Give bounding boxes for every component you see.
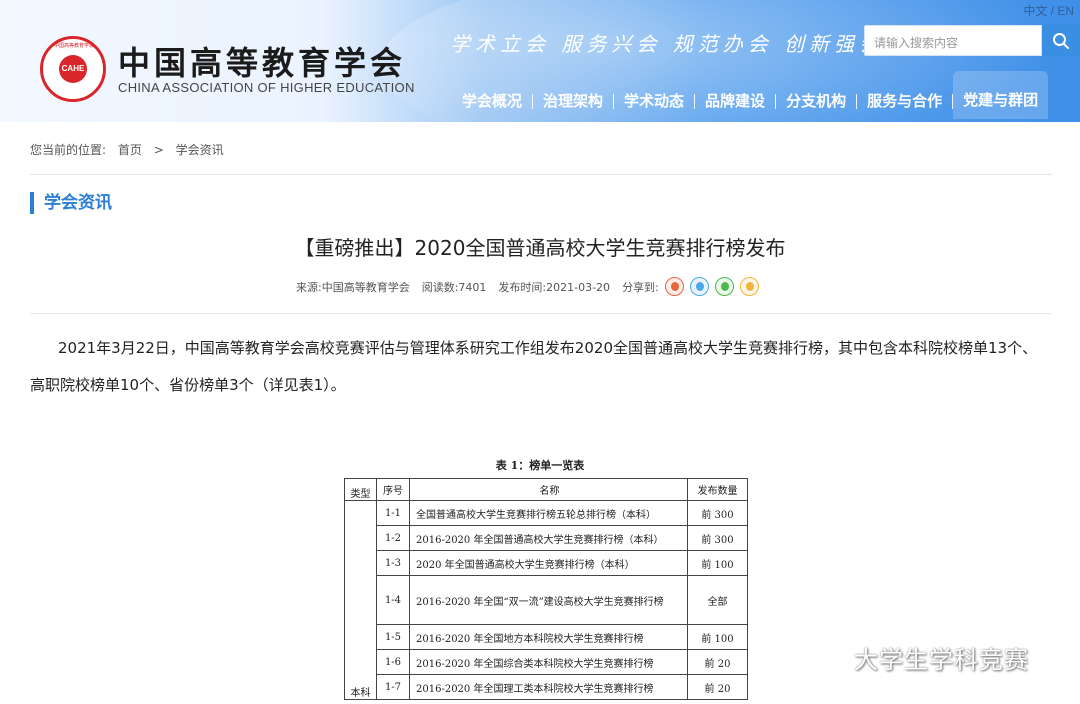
table-row: 1-4 2016-2020 年全国“双一流”建设高校大学生竞赛排行榜 全部 [345,575,748,625]
section-title: 学会资讯 [30,192,112,214]
table-cell-seq: 1-6 [376,649,410,675]
breadcrumb-home[interactable]: 首页 [118,143,142,157]
table-row: 1-3 2020 年全国普通高校大学生竞赛排行榜（本科） 前 100 [345,550,748,576]
breadcrumb-divider [30,174,1052,175]
weibo-icon[interactable] [664,277,684,296]
table-cell-name: 2016-2020 年全国综合类本科院校大学生竞赛排行榜 [409,649,688,675]
slogan: 学术立会 服务兴会 规范办会 创新强会 [450,32,885,56]
table-header-type: 类型 [344,478,377,501]
table-header-name: 名称 [409,478,688,501]
table-header-count: 发布数量 [687,478,748,501]
cahe-logo-icon[interactable]: 中国高等教育学会 CAHE [40,36,106,102]
table-cell-count: 前 100 [687,624,748,650]
table-cell-seq: 1-3 [376,550,410,576]
ranking-table: 类型 序号 名称 发布数量 本科 1-1 全国普通高校大学生竞赛排行榜五轮总排行… [344,478,748,700]
table-row: 本科 1-1 全国普通高校大学生竞赛排行榜五轮总排行榜（本科） 前 300 [344,500,748,700]
table-cell-name: 2016-2020 年全国地方本科院校大学生竞赛排行榜 [409,624,688,650]
table-type-cell: 本科 [344,500,377,700]
watermark-text: 大学生学科竞赛 [854,646,1029,674]
wechat-watermark-icon [808,643,846,673]
site-header: 中国高等教育学会 CAHE 中国高等教育学会 CHINA ASSOCIATION… [0,0,1080,122]
breadcrumb-separator: > [153,143,164,157]
qzone-icon[interactable] [739,277,759,296]
table-cell-count: 前 100 [687,550,748,576]
table-header-seq: 序号 [376,478,410,501]
table-cell-name: 2020 年全国普通高校大学生竞赛排行榜（本科） [409,550,688,576]
table-cell-name: 2016-2020 年全国普通高校大学生竞赛排行榜（本科） [409,525,688,551]
article-title: 【重磅推出】2020全国普通高校大学生竞赛排行榜发布 [294,236,786,260]
language-switch[interactable]: 中文 / EN [1023,2,1074,19]
wechat-icon[interactable] [714,277,734,296]
table-cell-name: 2016-2020 年全国理工类本科院校大学生竞赛排行榜 [409,674,688,700]
meta-divider [30,313,1052,314]
table-row: 1-5 2016-2020 年全国地方本科院校大学生竞赛排行榜 前 100 [345,624,748,650]
article-views: 阅读数:7401 [421,280,487,294]
watermark: 大学生学科竞赛 [808,640,1029,675]
nav-item-academic[interactable]: 学术动态 [614,84,694,118]
article-paragraph: 2021年3月22日，中国高等教育学会高校竞赛评估与管理体系研究工作组发布202… [30,339,1038,394]
breadcrumb-prefix: 您当前的位置: [30,143,107,157]
breadcrumb-current[interactable]: 学会资讯 [176,143,224,157]
search-input[interactable]: 请输入搜索内容 [864,25,1042,56]
table-cell-count: 前 20 [687,649,748,675]
nav-item-brand[interactable]: 品牌建设 [695,84,775,118]
nav-item-about[interactable]: 学会概况 [452,84,532,118]
table-cell-count: 前 20 [687,674,748,700]
table-cell-count: 前 300 [687,500,748,526]
search-icon [1053,33,1069,49]
table-cell-name: 全国普通高校大学生竞赛排行榜五轮总排行榜（本科） [409,500,688,526]
table-header-row: 类型 序号 名称 发布数量 [344,478,748,501]
breadcrumb: 您当前的位置: 首页 > 学会资讯 [30,141,232,158]
logo-ring-text: 中国高等教育学会 [53,43,94,49]
table-row: 1-6 2016-2020 年全国综合类本科院校大学生竞赛排行榜 前 20 [345,649,748,675]
nav-item-governance[interactable]: 治理架构 [533,84,613,118]
table-cell-count: 全部 [687,575,748,625]
table-cell-seq: 1-4 [376,575,410,625]
table-row: 1-2 2016-2020 年全国普通高校大学生竞赛排行榜（本科） 前 300 [345,525,748,551]
nav-item-party[interactable]: 党建与群团 [953,71,1049,119]
table-cell-count: 前 300 [687,525,748,551]
table-cell-seq: 1-1 [376,500,410,526]
article-meta: 来源:中国高等教育学会 阅读数:7401 发布时间:2021-03-20 分享到… [296,277,759,296]
table-cell-seq: 1-5 [376,624,410,650]
main-nav: 学会概况 治理架构 学术动态 品牌建设 分支机构 服务与合作 党建与群团 [452,71,1049,119]
table-row: 1-7 2016-2020 年全国理工类本科院校大学生竞赛排行榜 前 20 [345,674,748,700]
logo-badge: CAHE [59,55,87,83]
share-label: 分享到: [622,280,659,294]
table-cell-name: 2016-2020 年全国“双一流”建设高校大学生竞赛排行榜 [409,575,688,625]
site-name-english: CHINA ASSOCIATION OF HIGHER EDUCATION [118,80,415,95]
table-cell-seq: 1-7 [376,674,410,700]
table-caption: 表 1：榜单一览表 [495,459,585,472]
table-cell-seq: 1-2 [376,525,410,551]
nav-item-branches[interactable]: 分支机构 [776,84,856,118]
article-source: 来源:中国高等教育学会 [296,280,410,294]
qq-icon[interactable] [689,277,709,296]
search-button[interactable] [1042,24,1080,57]
article-date: 发布时间:2021-03-20 [498,280,611,294]
site-name[interactable]: 中国高等教育学会 [118,38,406,84]
nav-item-services[interactable]: 服务与合作 [857,84,952,118]
